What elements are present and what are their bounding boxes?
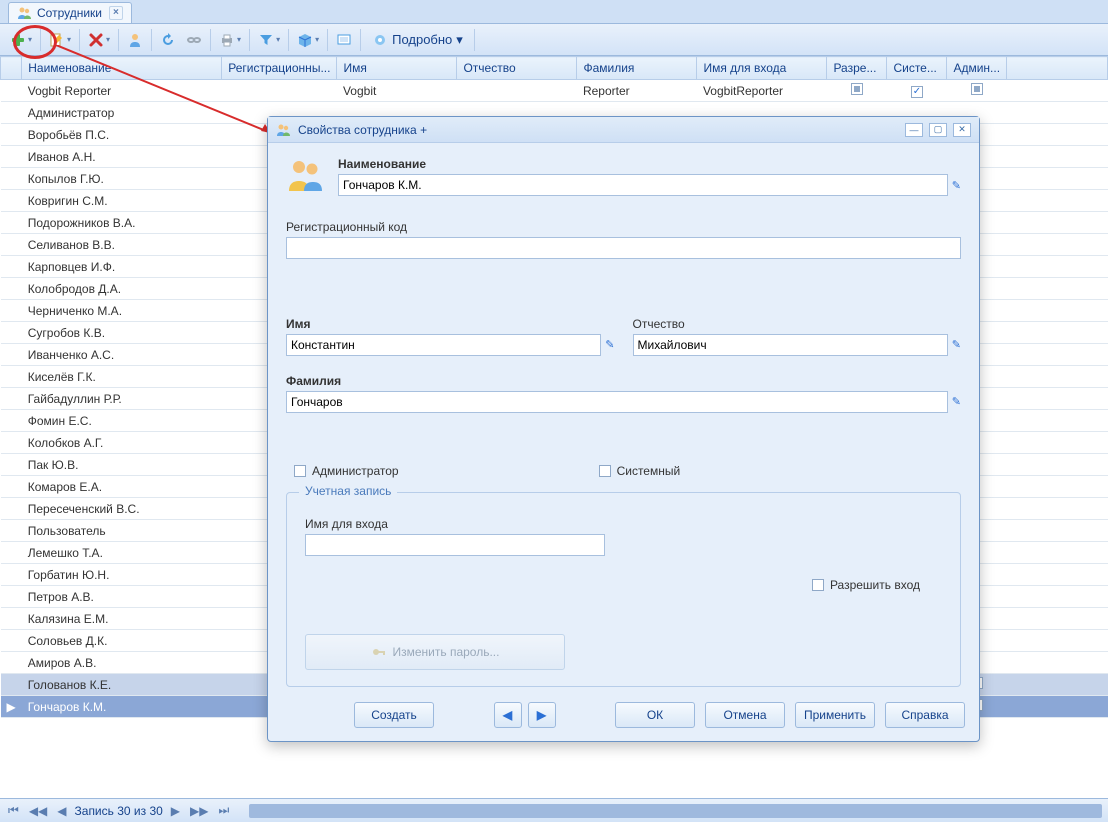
- column-header[interactable]: Фамилия: [577, 57, 697, 80]
- h-scrollbar[interactable]: [249, 804, 1102, 818]
- plus-icon: [10, 32, 26, 48]
- edit-pencil-icon[interactable]: ✎: [605, 338, 614, 351]
- users-icon: [17, 6, 33, 20]
- dialog-title: Свойства сотрудника +: [298, 123, 427, 137]
- edit-pencil-icon[interactable]: ✎: [952, 179, 961, 192]
- label-last: Фамилия: [286, 374, 961, 388]
- minimize-button[interactable]: —: [905, 123, 923, 137]
- column-header[interactable]: Наименование: [22, 57, 222, 80]
- apply-button[interactable]: Применить: [795, 702, 875, 728]
- last-name-field[interactable]: [286, 391, 948, 413]
- pencil-page-icon: [49, 32, 65, 48]
- allow-login-checkbox[interactable]: Разрешить вход: [812, 578, 920, 592]
- nav-last[interactable]: ⏭: [217, 803, 232, 818]
- nav-prev[interactable]: ◀: [55, 804, 68, 818]
- print-button[interactable]: ▾: [215, 28, 245, 52]
- account-groupbox: Учетная запись Имя для входа Разрешить в…: [286, 492, 961, 687]
- column-header[interactable]: Имя: [337, 57, 457, 80]
- toolbar: ▾ ▾ ▾ ▾ ▾ ▾ Подробно ▾: [0, 24, 1108, 56]
- link-button[interactable]: [182, 28, 206, 52]
- login-field[interactable]: [305, 534, 605, 556]
- column-header[interactable]: Регистрационны...: [222, 57, 337, 80]
- maximize-button[interactable]: ▢: [929, 123, 947, 137]
- add-button[interactable]: ▾: [6, 28, 36, 52]
- delete-button[interactable]: ▾: [84, 28, 114, 52]
- key-icon: [371, 644, 387, 660]
- nav-next[interactable]: ▶: [169, 804, 182, 818]
- tab-bar: Сотрудники ×: [0, 0, 1108, 24]
- change-password-button: Изменить пароль...: [305, 634, 565, 670]
- screen-button[interactable]: [332, 28, 356, 52]
- label-mid: Отчество: [633, 317, 962, 331]
- box-icon: [297, 32, 313, 48]
- edit-pencil-icon[interactable]: ✎: [952, 395, 961, 408]
- record-text: Запись 30 из 30: [75, 804, 163, 818]
- avatar-icon: [286, 157, 326, 193]
- label-name: Наименование: [338, 157, 961, 171]
- help-button[interactable]: Справка: [885, 702, 965, 728]
- user-button[interactable]: [123, 28, 147, 52]
- edit-pencil-icon[interactable]: ✎: [952, 338, 961, 351]
- users-icon: [276, 123, 292, 137]
- status-bar: ⏮ ◀◀ ◀ Запись 30 из 30 ▶ ▶▶ ⏭: [0, 798, 1108, 822]
- filter-button[interactable]: ▾: [254, 28, 284, 52]
- edit-button[interactable]: ▾: [45, 28, 75, 52]
- next-record-button[interactable]: ▶: [528, 702, 556, 728]
- column-header[interactable]: Систе...: [887, 57, 947, 80]
- table-row[interactable]: Vogbit ReporterVogbitReporterVogbitRepor…: [1, 80, 1108, 102]
- ok-button[interactable]: ОК: [615, 702, 695, 728]
- box-button[interactable]: ▾: [293, 28, 323, 52]
- column-header[interactable]: Разре...: [827, 57, 887, 80]
- refresh-button[interactable]: [156, 28, 180, 52]
- user-icon: [127, 32, 143, 48]
- label-login: Имя для входа: [305, 517, 942, 531]
- prev-record-button[interactable]: ◀: [494, 702, 522, 728]
- gear-users-icon: [372, 32, 388, 48]
- dialog-footer: Создать ◀ ▶ ОК Отмена Применить Справка: [268, 697, 979, 741]
- name-field[interactable]: [338, 174, 948, 196]
- tab-label: Сотрудники: [37, 6, 102, 20]
- delete-icon: [88, 32, 104, 48]
- column-header[interactable]: Админ...: [947, 57, 1007, 80]
- nav-first[interactable]: ⏮: [6, 803, 21, 818]
- first-name-field[interactable]: [286, 334, 601, 356]
- admin-checkbox[interactable]: Администратор: [294, 464, 399, 478]
- close-button[interactable]: ✕: [953, 123, 971, 137]
- column-header[interactable]: Имя для входа: [697, 57, 827, 80]
- regcode-field[interactable]: [286, 237, 961, 259]
- groupbox-legend: Учетная запись: [299, 484, 397, 498]
- link-icon: [186, 32, 202, 48]
- mid-name-field[interactable]: [633, 334, 948, 356]
- details-button[interactable]: Подробно ▾: [365, 28, 470, 52]
- employee-properties-dialog: Свойства сотрудника + — ▢ ✕ Наименование…: [267, 116, 980, 742]
- print-icon: [219, 32, 235, 48]
- nav-next-page[interactable]: ▶▶: [188, 804, 210, 818]
- label-first: Имя: [286, 317, 615, 331]
- screen-icon: [336, 32, 352, 48]
- nav-prev-page[interactable]: ◀◀: [27, 804, 49, 818]
- filter-icon: [258, 32, 274, 48]
- column-header[interactable]: Отчество: [457, 57, 577, 80]
- refresh-icon: [160, 32, 176, 48]
- label-regcode: Регистрационный код: [286, 220, 961, 234]
- dialog-titlebar[interactable]: Свойства сотрудника + — ▢ ✕: [268, 117, 979, 143]
- close-tab-icon[interactable]: ×: [109, 6, 123, 20]
- tab-employees[interactable]: Сотрудники ×: [8, 2, 132, 23]
- cancel-button[interactable]: Отмена: [705, 702, 785, 728]
- create-button[interactable]: Создать: [354, 702, 434, 728]
- system-checkbox[interactable]: Системный: [599, 464, 681, 478]
